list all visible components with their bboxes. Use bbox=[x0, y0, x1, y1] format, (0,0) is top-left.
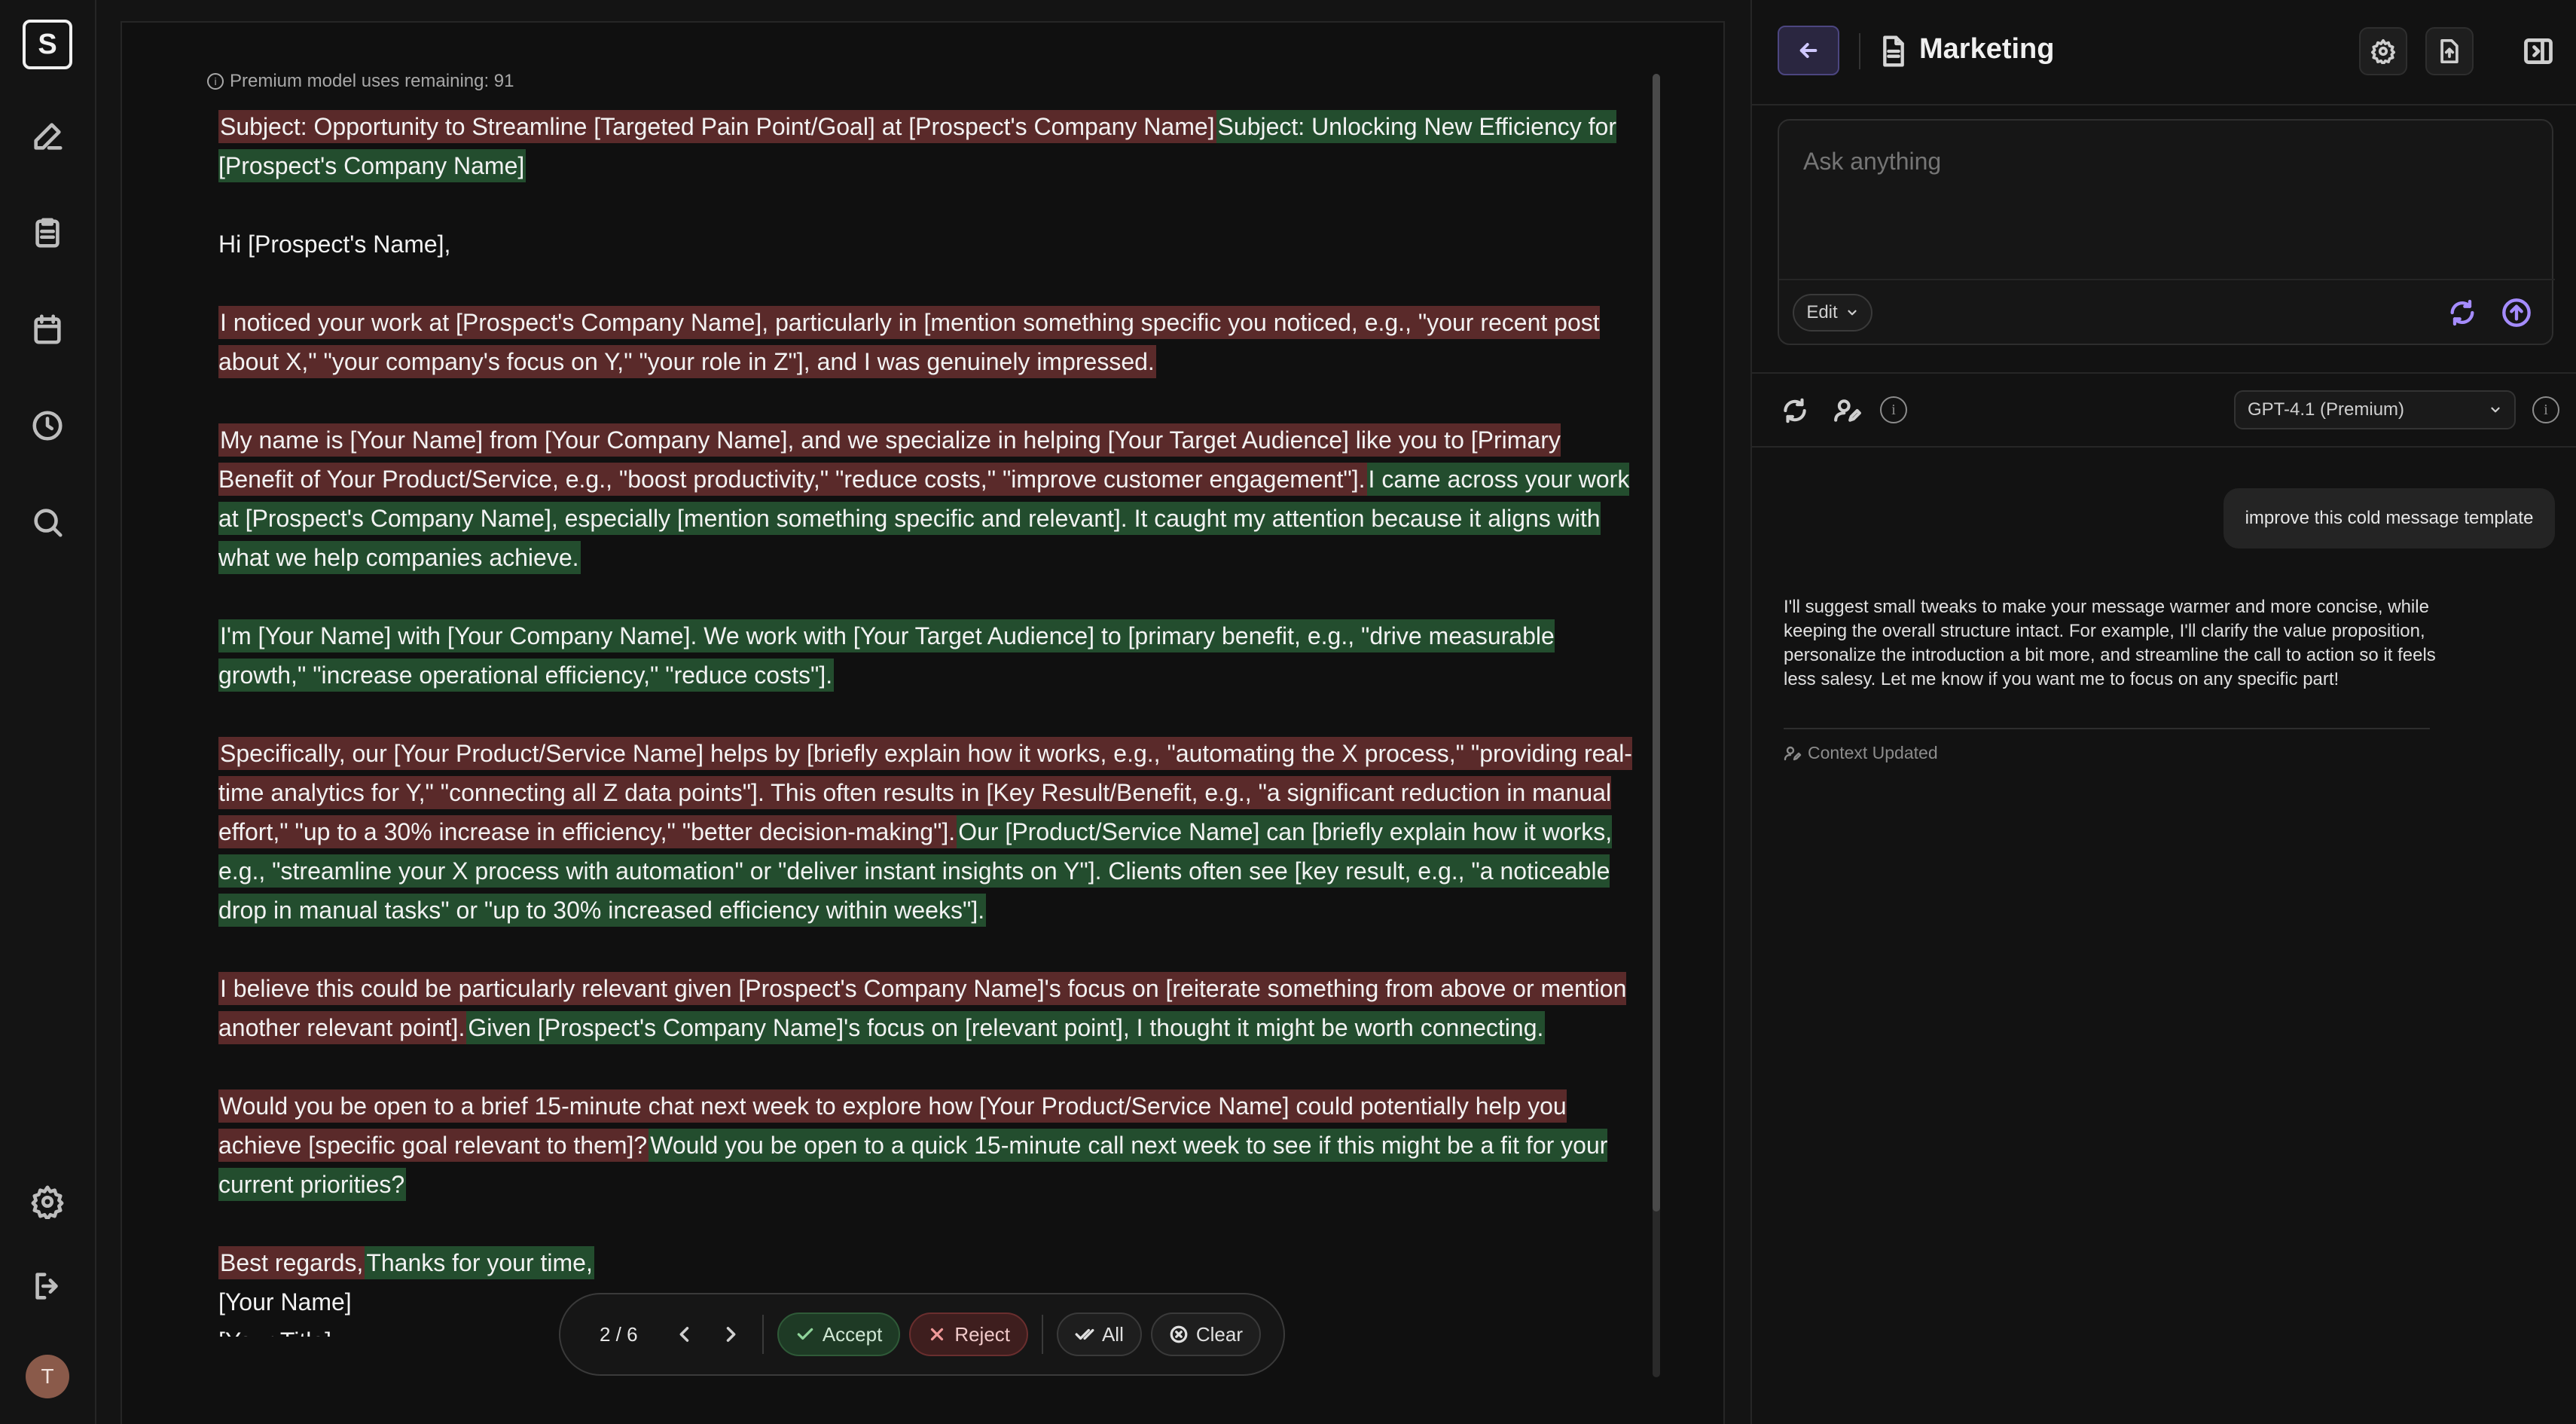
clear-button[interactable]: Clear bbox=[1150, 1312, 1261, 1356]
paragraph-subject: Subject: Opportunity to Streamline [Targ… bbox=[218, 107, 1634, 185]
paragraph-product: Specifically, our [Your Product/Service … bbox=[218, 734, 1634, 930]
circle-x-icon bbox=[1170, 1325, 1188, 1343]
accept-label: Accept bbox=[822, 1322, 883, 1346]
new-chat-button[interactable] bbox=[1775, 390, 1815, 431]
send-button[interactable] bbox=[2496, 292, 2537, 333]
refresh-icon bbox=[1784, 398, 1806, 423]
chat-composer: Edit bbox=[1778, 119, 2555, 345]
clipboard-icon[interactable] bbox=[26, 211, 69, 255]
deleted-text[interactable]: My name is [Your Name] from [Your Compan… bbox=[218, 423, 1561, 496]
refresh-button[interactable] bbox=[2442, 292, 2483, 333]
panel-settings-button[interactable] bbox=[2359, 27, 2407, 75]
assistant-panel: Marketing Edit bbox=[1750, 0, 2576, 1424]
document-icon bbox=[1879, 35, 1909, 68]
deleted-text[interactable]: I noticed your work at [Prospect's Compa… bbox=[218, 306, 1600, 378]
app-root: S T i Premium model uses remaining: 91 S… bbox=[0, 0, 2576, 1424]
calendar-icon[interactable] bbox=[26, 307, 69, 351]
model-dropdown[interactable]: GPT-4.1 (Premium) bbox=[2234, 390, 2516, 429]
document-body[interactable]: Subject: Opportunity to Streamline [Targ… bbox=[218, 107, 1634, 1337]
clock-icon[interactable] bbox=[26, 404, 69, 448]
check-icon bbox=[797, 1328, 813, 1340]
panel-title: Marketing bbox=[1919, 33, 2055, 65]
inserted-text[interactable]: Given [Prospect's Company Name]'s focus … bbox=[466, 1011, 1546, 1044]
premium-notice-text: Premium model uses remaining: 91 bbox=[230, 71, 514, 91]
user-message: improve this cold message template bbox=[2223, 488, 2555, 549]
paragraph-name: My name is [Your Name] from [Your Compan… bbox=[218, 420, 1634, 577]
reject-button[interactable]: Reject bbox=[909, 1312, 1029, 1356]
chat-options-bar: i GPT-4.1 (Premium) i bbox=[1752, 372, 2576, 448]
toolbar-divider bbox=[762, 1315, 764, 1354]
paragraph-relevance: I believe this could be particularly rel… bbox=[218, 969, 1634, 1047]
refresh-icon bbox=[2450, 299, 2474, 326]
user-avatar[interactable]: T bbox=[26, 1355, 69, 1398]
message-divider bbox=[1784, 728, 2430, 729]
paragraph-greeting: Hi [Prospect's Name], bbox=[218, 225, 1634, 264]
previous-change-button[interactable] bbox=[667, 1316, 703, 1353]
paragraph-cta: Would you be open to a brief 15-minute c… bbox=[218, 1086, 1634, 1204]
next-change-button[interactable] bbox=[713, 1316, 749, 1353]
deleted-text[interactable]: Best regards, bbox=[218, 1246, 365, 1279]
editor-scrollbar[interactable] bbox=[1653, 74, 1660, 1377]
export-button[interactable] bbox=[2425, 27, 2474, 75]
arrow-up-circle-icon bbox=[2502, 298, 2531, 327]
mode-dropdown[interactable]: Edit bbox=[1793, 294, 1872, 332]
mode-label: Edit bbox=[1806, 302, 1838, 322]
all-label: All bbox=[1101, 1322, 1124, 1346]
info-icon[interactable]: i bbox=[1880, 396, 1907, 423]
inserted-text[interactable]: I'm [Your Name] with [Your Company Name]… bbox=[218, 619, 1555, 692]
model-info-icon[interactable]: i bbox=[2532, 396, 2559, 423]
close-icon bbox=[931, 1328, 944, 1341]
search-icon[interactable] bbox=[26, 500, 69, 544]
paragraph-intro: I noticed your work at [Prospect's Compa… bbox=[218, 303, 1634, 381]
chevron-down-icon bbox=[2491, 407, 2500, 413]
left-rail: S T bbox=[0, 0, 96, 1424]
inserted-text[interactable]: Thanks for your time, bbox=[365, 1246, 594, 1279]
reject-label: Reject bbox=[954, 1322, 1011, 1346]
accept-all-button[interactable]: All bbox=[1056, 1312, 1142, 1356]
context-status: Context Updated bbox=[1784, 743, 1938, 763]
user-edit-icon bbox=[1834, 399, 1861, 422]
chevron-right-icon bbox=[726, 1327, 736, 1342]
app-logo[interactable]: S bbox=[23, 20, 72, 69]
double-check-icon bbox=[1075, 1328, 1094, 1340]
model-label: GPT-4.1 (Premium) bbox=[2248, 399, 2405, 420]
chevron-left-icon bbox=[680, 1327, 689, 1342]
accept-button[interactable]: Accept bbox=[777, 1312, 901, 1356]
sidebar-panel-icon bbox=[2524, 38, 2553, 65]
change-counter: 2 / 6 bbox=[600, 1322, 638, 1346]
review-toolbar: 2 / 6 Accept Reject All Clear bbox=[559, 1293, 1285, 1376]
settings-gear-icon[interactable] bbox=[26, 1180, 69, 1224]
user-edit-icon bbox=[1784, 746, 1802, 760]
deleted-text[interactable]: Subject: Opportunity to Streamline [Targ… bbox=[218, 110, 1216, 143]
assistant-message: I'll suggest small tweaks to make your m… bbox=[1784, 597, 2436, 689]
pen-icon[interactable] bbox=[26, 115, 69, 158]
header-divider bbox=[1859, 33, 1860, 69]
composer-divider bbox=[1779, 279, 2555, 280]
file-upload-icon bbox=[2440, 38, 2458, 64]
toggle-panel-button[interactable] bbox=[2517, 30, 2559, 72]
ask-input[interactable] bbox=[1803, 148, 2526, 176]
back-button[interactable] bbox=[1778, 26, 1839, 75]
toolbar-divider bbox=[1042, 1315, 1043, 1354]
context-button[interactable] bbox=[1827, 390, 1868, 431]
plain-text: Hi [Prospect's Name], bbox=[218, 231, 451, 258]
paragraph-closing: Best regards, Thanks for your time, bbox=[218, 1243, 1634, 1282]
logout-icon[interactable] bbox=[26, 1264, 69, 1308]
premium-notice: i Premium model uses remaining: 91 bbox=[207, 71, 514, 92]
context-status-text: Context Updated bbox=[1808, 743, 1938, 762]
paragraph-introduction-new: I'm [Your Name] with [Your Company Name]… bbox=[218, 616, 1634, 695]
panel-header: Marketing bbox=[1752, 0, 2576, 105]
editor-scrollbar-thumb[interactable] bbox=[1653, 74, 1660, 1212]
chevron-down-icon bbox=[1848, 310, 1857, 316]
clear-label: Clear bbox=[1195, 1322, 1243, 1346]
info-icon: i bbox=[207, 73, 224, 90]
gear-icon bbox=[2370, 38, 2396, 64]
arrow-left-icon bbox=[1799, 43, 1818, 58]
